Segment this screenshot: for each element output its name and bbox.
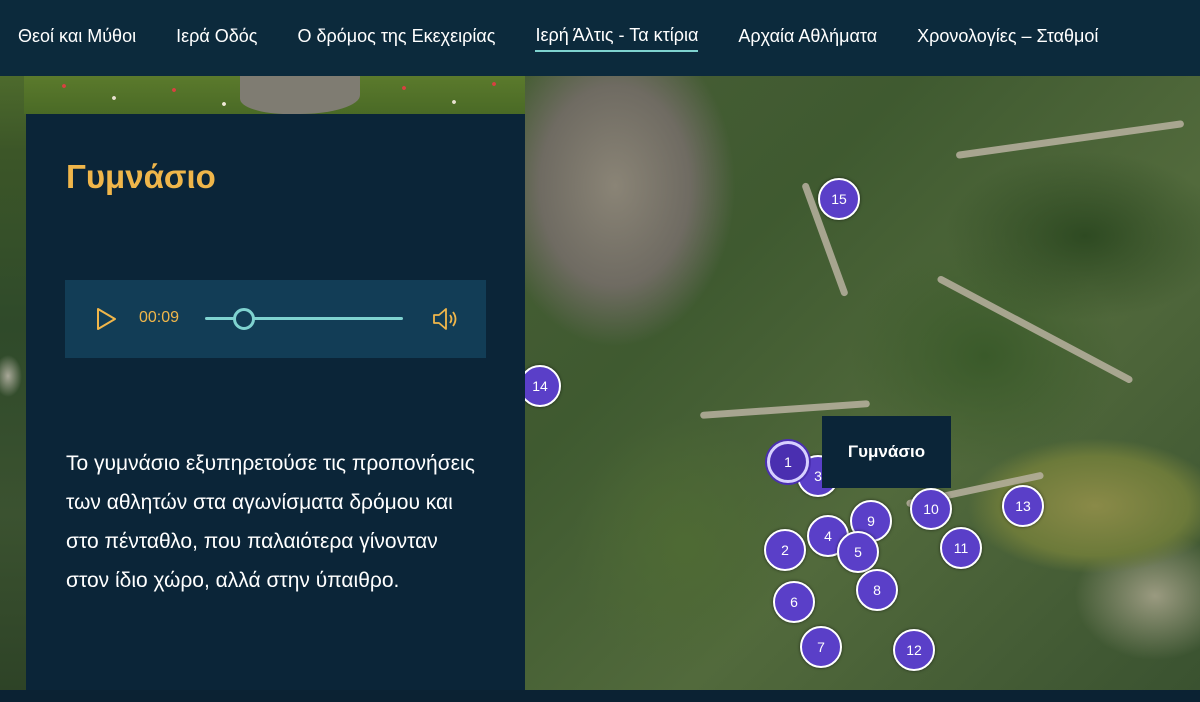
rock-image bbox=[240, 76, 360, 114]
nav-item-sacred-way[interactable]: Ιερά Οδός bbox=[176, 26, 257, 51]
top-navigation: Θεοί και Μύθοι Ιερά Οδός Ο δρόμος της Εκ… bbox=[0, 0, 1200, 76]
bottom-bar bbox=[0, 690, 1200, 702]
map-marker-15[interactable]: 15 bbox=[818, 178, 860, 220]
map-marker-6[interactable]: 6 bbox=[773, 581, 815, 623]
map-marker-12[interactable]: 12 bbox=[893, 629, 935, 671]
description-text: Το γυμνάσιο εξυπηρετούσε τις προπονήσεις… bbox=[66, 452, 475, 592]
map-marker-2[interactable]: 2 bbox=[764, 529, 806, 571]
audio-player: 00:09 bbox=[65, 280, 486, 358]
nav-item-chronology[interactable]: Χρονολογίες – Σταθμοί bbox=[917, 26, 1098, 51]
site-map[interactable]: 15 14 3 1 9 10 13 4 2 5 11 8 6 7 12 Γυμν… bbox=[525, 76, 1200, 690]
map-marker-11[interactable]: 11 bbox=[940, 527, 982, 569]
map-marker-7[interactable]: 7 bbox=[800, 626, 842, 668]
map-road bbox=[955, 120, 1185, 159]
map-marker-1[interactable]: 1 bbox=[767, 441, 809, 483]
nav-item-gods-myths[interactable]: Θεοί και Μύθοι bbox=[18, 26, 136, 51]
nav-item-ancient-sports[interactable]: Αρχαία Αθλήματα bbox=[738, 26, 877, 51]
play-icon[interactable] bbox=[95, 307, 117, 331]
audio-time: 00:09 bbox=[139, 309, 180, 326]
map-road bbox=[936, 274, 1134, 385]
map-marker-5[interactable]: 5 bbox=[837, 531, 879, 573]
nav-item-truce-road[interactable]: Ο δρόμος της Εκεχειρίας bbox=[297, 26, 495, 51]
nav-item-altis-buildings[interactable]: Ιερή Άλτις - Τα κτίρια bbox=[535, 25, 699, 52]
page-title: Γυμνάσιο bbox=[66, 158, 216, 195]
map-marker-10[interactable]: 10 bbox=[910, 488, 952, 530]
map-marker-14[interactable]: 14 bbox=[525, 365, 561, 407]
map-marker-13[interactable]: 13 bbox=[1002, 485, 1044, 527]
map-tooltip: Γυμνάσιο bbox=[822, 416, 951, 488]
map-marker-8[interactable]: 8 bbox=[856, 569, 898, 611]
info-panel: Γυμνάσιο 00:09 Το γυμνάσιο εξυπηρετούσε … bbox=[26, 114, 525, 690]
audio-progress-handle[interactable] bbox=[233, 308, 255, 330]
volume-icon[interactable] bbox=[431, 306, 461, 332]
